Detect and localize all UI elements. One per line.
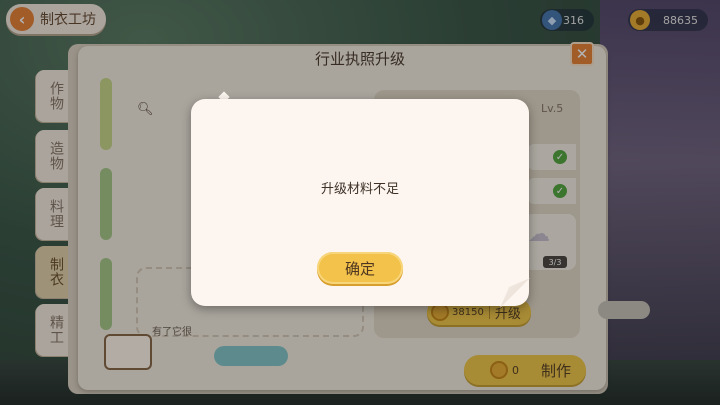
dialog-message: 升级材料不足	[320, 182, 399, 197]
confirm-button[interactable]: 确定	[317, 252, 403, 284]
